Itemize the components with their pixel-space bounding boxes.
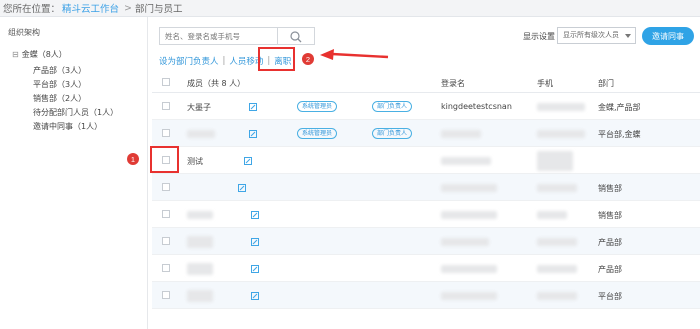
department: 销售部 [598,211,622,220]
phone-redacted [537,151,573,171]
member-name: 大墨子 [187,103,211,112]
login-redacted [441,211,497,219]
name-redacted [187,263,213,275]
phone-redacted [537,238,577,246]
annotation-arrow [320,49,389,60]
name-redacted [187,236,213,248]
breadcrumb-home-link[interactable]: 精斗云工作台 [62,1,119,15]
invite-colleague-button[interactable]: 邀请同事 [642,27,694,45]
collapse-icon[interactable]: ⊟ [12,50,19,59]
role-tag-leader: 部门负责人 [372,128,413,139]
header-phone: 手机 [537,79,553,88]
set-leader-link[interactable]: 设为部门负责人 [159,55,219,67]
row-checkbox[interactable] [162,102,170,110]
search-box [159,27,315,45]
tree-item-invited[interactable]: 邀请中同事（1人） [33,121,102,132]
phone-redacted [537,211,567,219]
header-login: 登录名 [441,79,465,88]
edit-icon[interactable] [244,157,252,165]
login-redacted [441,157,491,165]
breadcrumb: 您所在位置： 精斗云工作台 > 部门与员工 [0,0,700,17]
member-name: 测试 [187,157,203,166]
login-redacted [441,292,497,300]
login-redacted [441,265,497,273]
tree-root-label[interactable]: 金蝶（8人） [22,49,67,60]
table-header: 成员（共 8 人） 登录名 手机 部门 [152,71,700,93]
name-redacted [187,290,213,302]
leave-highlight-box [258,47,295,71]
phone-redacted [537,103,585,111]
department: 平台部,金蝶 [598,130,641,139]
login-redacted [441,184,497,192]
row-checkbox[interactable] [162,210,170,218]
edit-icon[interactable] [238,184,246,192]
breadcrumb-separator: > [124,2,132,14]
row-checkbox[interactable] [162,129,170,137]
header-member: 成员（共 8 人） [187,79,246,88]
table-row[interactable]: 销售部 [152,201,700,228]
edit-icon[interactable] [251,292,259,300]
display-settings-label: 显示设置 [523,32,555,41]
table-row[interactable]: 产品部 [152,255,700,282]
member-table: 成员（共 8 人） 登录名 手机 部门 大墨子 系统管理员 部门负责人 king… [152,71,700,329]
phone-redacted [537,130,585,138]
step-badge-1: 1 [127,153,139,165]
row-checkbox[interactable] [162,291,170,299]
display-select-value: 显示所有级次人员 [563,31,619,39]
row-checkbox[interactable] [162,237,170,245]
login-redacted [441,130,481,138]
department: 平台部 [598,292,622,301]
org-sidebar: 组织架构 ⊟ 金蝶（8人） 产品部（3人） 平台部（3人） 销售部（2人） 待分… [0,17,148,329]
breadcrumb-prefix: 您所在位置： [3,4,61,15]
login-redacted [441,238,489,246]
table-row[interactable]: 测试 [152,147,700,174]
phone-redacted [537,184,577,192]
action-separator: | [222,56,226,66]
row-checkbox[interactable] [162,183,170,191]
display-level-select[interactable]: 显示所有级次人员 [557,27,636,44]
tree-item-product[interactable]: 产品部（3人） [33,65,86,76]
search-divider [277,28,278,44]
table-row[interactable]: 平台部 [152,282,700,309]
edit-icon[interactable] [249,130,257,138]
table-row[interactable]: 系统管理员 部门负责人 平台部,金蝶 [152,120,700,147]
tree-item-unassigned[interactable]: 待分配部门人员（1人） [33,107,118,118]
phone-redacted [537,265,577,273]
checkbox-highlight-box [150,146,179,173]
table-row[interactable]: 大墨子 系统管理员 部门负责人 kingdeetestcsnan 金蝶,产品部 [152,93,700,120]
table-row[interactable]: 产品部 [152,228,700,255]
org-structure-title: 组织架构 [8,28,40,37]
chevron-down-icon [625,34,631,38]
step-badge-2: 2 [302,53,314,65]
search-icon[interactable] [289,30,303,44]
edit-icon[interactable] [251,211,259,219]
name-redacted [187,130,215,138]
department: 销售部 [598,184,622,193]
breadcrumb-current: 部门与员工 [135,4,183,15]
role-tag-admin: 系统管理员 [297,128,338,139]
phone-redacted [537,292,577,300]
header-department: 部门 [598,79,614,88]
search-input[interactable] [160,28,278,44]
name-redacted [187,211,213,219]
row-checkbox[interactable] [162,264,170,272]
tree-root-node[interactable]: ⊟ 金蝶（8人） [12,49,67,60]
select-all-checkbox[interactable] [162,78,170,86]
edit-icon[interactable] [251,265,259,273]
department: 产品部 [598,238,622,247]
role-tag-leader: 部门负责人 [372,101,413,112]
department: 金蝶,产品部 [598,103,641,112]
edit-icon[interactable] [249,103,257,111]
table-row[interactable]: 销售部 [152,174,700,201]
role-tag-admin: 系统管理员 [297,101,338,112]
department: 产品部 [598,265,622,274]
login-name: kingdeetestcsnan [441,102,512,111]
tree-item-platform[interactable]: 平台部（3人） [33,79,86,90]
edit-icon[interactable] [251,238,259,246]
tree-item-sales[interactable]: 销售部（2人） [33,93,86,104]
